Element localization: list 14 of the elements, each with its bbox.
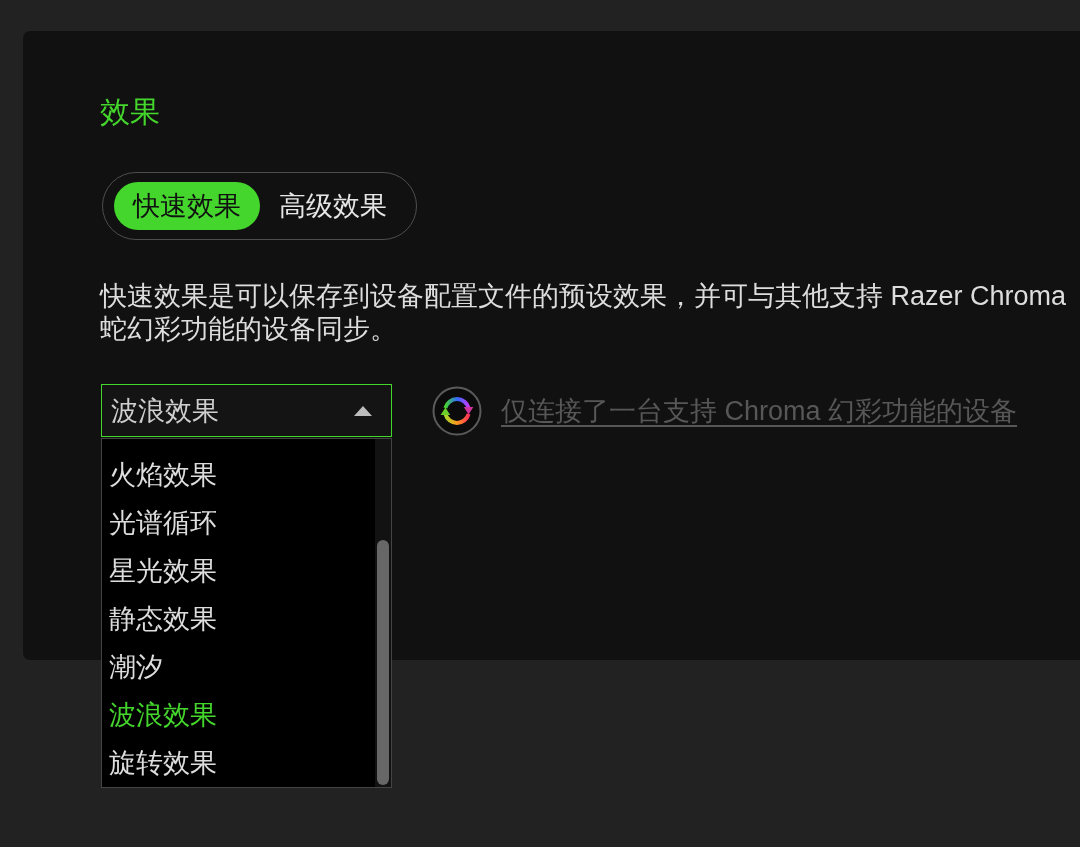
dropdown-option[interactable]: 星光效果	[109, 547, 217, 595]
section-title: 效果	[100, 94, 160, 130]
dropdown-option[interactable]: 火焰效果	[109, 451, 217, 499]
effect-mode-tab[interactable]: 高级效果	[260, 182, 406, 230]
scrollbar-thumb[interactable]	[377, 540, 389, 785]
effect-mode-tab[interactable]: 快速效果	[114, 182, 260, 230]
dropdown-option[interactable]: 光谱循环	[109, 499, 217, 547]
dropdown-option[interactable]: 静态效果	[109, 595, 217, 643]
effect-dropdown[interactable]: 波浪效果	[101, 384, 392, 437]
description-text: 快速效果是可以保存到设备配置文件的预设效果，并可与其他支持 Razer Chroma 蛇幻彩功能的设备同步。	[100, 280, 1067, 346]
dropdown-option[interactable]: 波浪效果	[109, 691, 217, 739]
circular-arrows-icon	[432, 385, 482, 436]
dropdown-option[interactable]: 潮汐	[109, 643, 163, 691]
dropdown-option[interactable]: 旋转效果	[109, 739, 217, 787]
